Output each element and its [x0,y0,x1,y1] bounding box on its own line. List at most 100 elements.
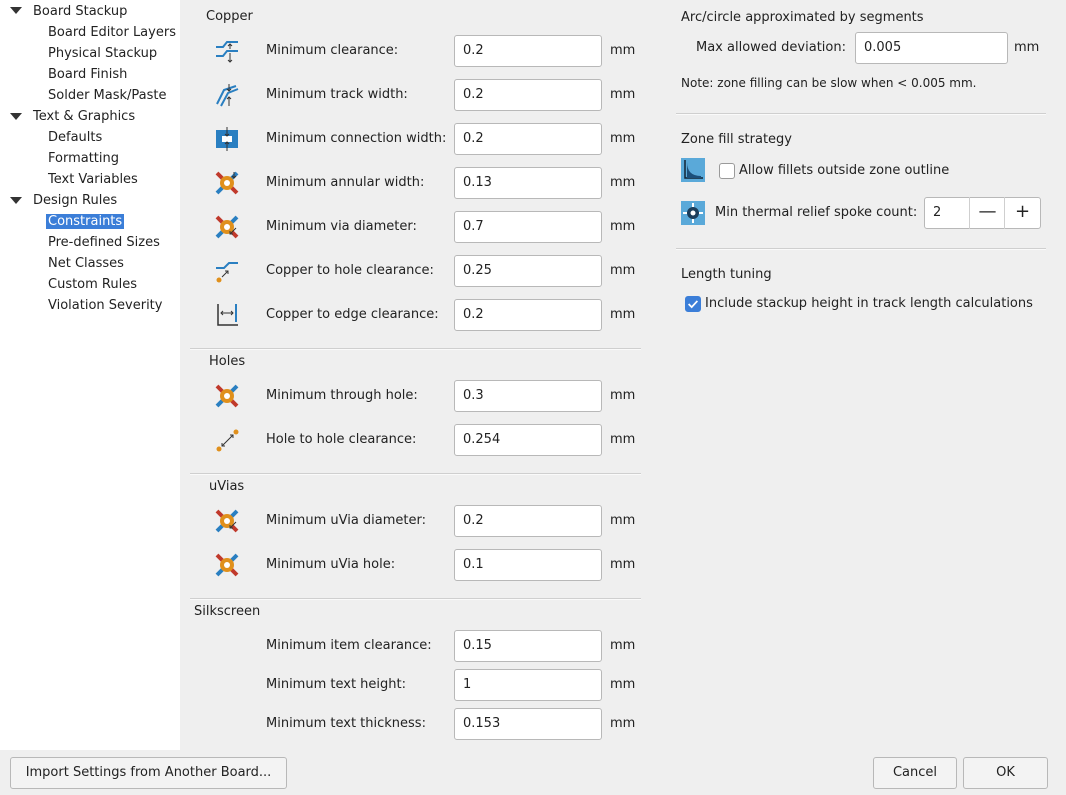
fillet-icon [681,158,705,182]
include-stackup-checkbox[interactable] [685,296,701,312]
min-item-clearance-label: Minimum item clearance: [266,638,432,653]
min-text-height-input[interactable]: 1 [454,669,602,701]
tree-item-design-rules[interactable]: Design Rules [33,191,117,211]
spoke-count-input[interactable]: 2 [933,198,941,228]
tree-item-formatting[interactable]: Formatting [48,149,119,169]
max-deviation-input[interactable]: 0.005 [855,32,1008,64]
allow-fillets-label: Allow fillets outside zone outline [739,163,950,178]
section-title-holes: Holes [209,354,246,369]
expand-arrow-icon[interactable] [10,7,22,14]
copper-hole-clearance-label: Copper to hole clearance: [266,263,434,278]
min-track-width-unit: mm [610,87,636,102]
section-title-arc: Arc/circle approximated by segments [681,10,924,25]
min-text-thickness-unit: mm [610,716,636,731]
tree-item-text-graphics[interactable]: Text & Graphics [33,107,135,127]
min-uvia-diameter-unit: mm [610,513,636,528]
min-track-width-label: Minimum track width: [266,87,408,102]
include-stackup-label: Include stackup height in track length c… [705,296,1033,311]
tree-item-constraints[interactable]: Constraints [46,212,125,232]
max-deviation-unit: mm [1014,40,1040,55]
tree-item-board-editor-layers[interactable]: Board Editor Layers [48,23,176,43]
zone-fill-note: Note: zone filling can be slow when < 0.… [681,76,977,90]
uvia-hole-icon [215,553,239,577]
min-via-diameter-input[interactable]: 0.7 [454,211,602,243]
copper-hole-clearance-icon [216,262,238,283]
hole-to-hole-icon [216,429,239,452]
separator [676,248,1046,250]
hole-hole-clearance-input[interactable]: 0.254 [454,424,602,456]
allow-fillets-checkbox[interactable] [719,163,735,179]
min-uvia-diameter-input[interactable]: 0.2 [454,505,602,537]
section-title-copper: Copper [206,9,253,24]
min-connection-width-input[interactable]: 0.2 [454,123,602,155]
section-title-uvias: uVias [209,479,245,494]
max-deviation-label: Max allowed deviation: [696,40,846,55]
tree-item-custom-rules[interactable]: Custom Rules [48,275,137,295]
tree-item-solder-mask-paste[interactable]: Solder Mask/Paste [48,86,167,106]
copper-edge-clearance-label: Copper to edge clearance: [266,307,439,322]
tree-item-board-finish[interactable]: Board Finish [48,65,127,85]
tree-item-text-variables[interactable]: Text Variables [48,170,138,190]
via-diameter-icon [215,215,239,239]
expand-arrow-icon[interactable] [10,113,22,120]
decrement-button[interactable]: — [969,197,1005,229]
import-settings-button[interactable]: Import Settings from Another Board... [10,757,287,789]
clearance-icon [216,41,238,63]
tree-item-physical-stackup[interactable]: Physical Stackup [48,44,157,64]
tree-item-net-classes[interactable]: Net Classes [48,254,124,274]
min-uvia-diameter-label: Minimum uVia diameter: [266,513,427,528]
copper-edge-clearance-icon [217,304,238,326]
min-text-thickness-input[interactable]: 0.153 [454,708,602,740]
tree-item-defaults[interactable]: Defaults [48,128,102,148]
section-title-length-tuning: Length tuning [681,267,772,282]
spoke-count-label: Min thermal relief spoke count: [715,205,918,220]
min-connection-width-label: Minimum connection width: [266,131,447,146]
min-annular-width-input[interactable]: 0.13 [454,167,602,199]
uvia-diameter-icon [215,509,239,533]
track-width-icon [216,84,239,107]
min-track-width-input[interactable]: 0.2 [454,79,602,111]
min-uvia-hole-label: Minimum uVia hole: [266,557,396,572]
min-item-clearance-unit: mm [610,638,636,653]
copper-hole-clearance-unit: mm [610,263,636,278]
hole-hole-clearance-unit: mm [610,432,636,447]
min-clearance-input[interactable]: 0.2 [454,35,602,67]
expand-arrow-icon[interactable] [10,197,22,204]
connection-width-icon [216,127,238,151]
settings-tree: Board Stackup Board Editor Layers Physic… [0,0,180,750]
separator [190,473,641,475]
min-annular-width-unit: mm [610,175,636,190]
min-connection-width-unit: mm [610,131,636,146]
min-clearance-unit: mm [610,43,636,58]
section-title-zone-fill: Zone fill strategy [681,132,792,147]
copper-edge-clearance-input[interactable]: 0.2 [454,299,602,331]
copper-hole-clearance-input[interactable]: 0.25 [454,255,602,287]
min-via-diameter-label: Minimum via diameter: [266,219,417,234]
min-text-height-label: Minimum text height: [266,677,406,692]
increment-button[interactable]: + [1004,197,1040,229]
min-through-hole-input[interactable]: 0.3 [454,380,602,412]
section-title-silkscreen: Silkscreen [194,604,261,619]
hole-hole-clearance-label: Hole to hole clearance: [266,432,417,447]
checkmark-icon [688,300,699,309]
min-annular-width-label: Minimum annular width: [266,175,425,190]
tree-item-board-stackup[interactable]: Board Stackup [33,2,127,22]
tree-item-violation-severity[interactable]: Violation Severity [48,296,162,316]
min-through-hole-label: Minimum through hole: [266,388,418,403]
through-hole-icon [215,384,239,408]
cancel-button[interactable]: Cancel [873,757,957,789]
separator [190,598,641,600]
min-uvia-hole-unit: mm [610,557,636,572]
separator [190,348,641,350]
min-via-diameter-unit: mm [610,219,636,234]
min-clearance-label: Minimum clearance: [266,43,399,58]
ok-button[interactable]: OK [963,757,1048,789]
annular-width-icon [215,171,239,195]
min-through-hole-unit: mm [610,388,636,403]
min-uvia-hole-input[interactable]: 0.1 [454,549,602,581]
tree-item-predefined-sizes[interactable]: Pre-defined Sizes [48,233,160,253]
separator [676,113,1046,115]
min-text-height-unit: mm [610,677,636,692]
thermal-spoke-icon [681,201,705,225]
min-item-clearance-input[interactable]: 0.15 [454,630,602,662]
